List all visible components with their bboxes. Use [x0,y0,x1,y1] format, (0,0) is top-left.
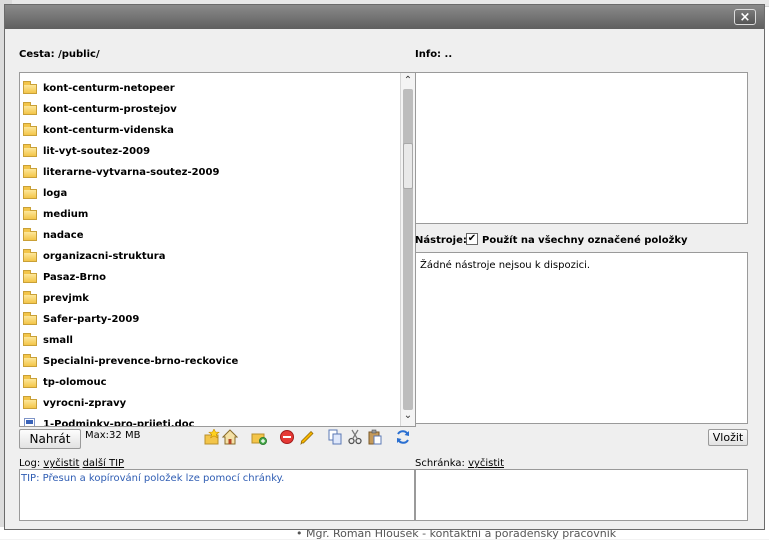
log-panel: TIP: Přesun a kopírování položek lze pom… [19,469,415,521]
folder-item[interactable]: organizacni-struktura [20,246,398,267]
info-panel [415,72,748,224]
tools-label: Nástroje: [415,235,467,246]
folder-item[interactable]: medium [20,204,398,225]
home-icon[interactable] [222,429,238,445]
folder-item[interactable]: prevjmk [20,288,398,309]
apply-all-checkbox[interactable]: ✔ [466,233,478,245]
folder-item[interactable]: kont-centurm-videnska [20,120,398,141]
clipboard-clear-link[interactable]: vyčistit [468,458,504,469]
folder-item[interactable]: literarne-vytvarna-soutez-2009 [20,162,398,183]
folder-item[interactable]: kont-centurm-prostejov [20,99,398,120]
item-name: kont-centurm-netopeer [43,83,175,94]
folder-icon [23,143,37,157]
delete-icon[interactable] [279,429,295,445]
item-name: prevjmk [43,293,89,304]
item-name: organizacni-struktura [43,251,166,262]
log-label: Log: [19,458,41,469]
info-value: .. [444,49,453,60]
item-name: small [43,335,73,346]
folder-item[interactable]: nadace [20,225,398,246]
item-name: 1-Podminky-pro-prijeti.doc [43,419,195,426]
info-label: Info: [415,49,442,60]
rename-pencil-icon[interactable] [299,429,315,445]
path-label: Cesta: [19,49,55,60]
item-name: Specialni-prevence-brno-reckovice [43,356,239,367]
scroll-up-icon[interactable]: ⌃ [402,74,414,88]
paste-icon[interactable] [367,429,383,445]
clipboard-label: Schránka: [415,458,465,469]
refresh-icon[interactable] [395,429,411,445]
folder-icon [23,248,37,262]
apply-all-label: Použít na všechny označené položky [482,235,688,246]
item-name: kont-centurm-videnska [43,125,174,136]
folder-icon [23,353,37,367]
folder-icon [23,122,37,136]
item-name: Pasaz-Brno [43,272,107,283]
folder-item[interactable]: Pasaz-Brno [20,267,398,288]
copy-icon[interactable] [327,429,343,445]
folder-icon [23,290,37,304]
folder-item[interactable]: Specialni-prevence-brno-reckovice [20,351,398,372]
folder-item[interactable]: small [20,330,398,351]
document-icon [24,418,35,426]
item-name: vyrocni-zpravy [43,398,127,409]
folder-icon [23,332,37,346]
folder-icon [23,80,37,94]
folder-icon [23,101,37,115]
clipboard-header: Schránka: vyčistit [415,458,504,469]
log-message: TIP: Přesun a kopírování položek lze pom… [21,473,285,484]
folder-icon [23,311,37,325]
folder-item[interactable]: loga [20,183,398,204]
item-name: tp-olomouc [43,377,107,388]
scroll-down-icon[interactable]: ⌄ [402,409,414,423]
folder-icon [23,185,37,199]
folder-item[interactable]: lit-vyt-soutez-2009 [20,141,398,162]
checkmark-icon: ✔ [467,233,477,244]
folder-icon [23,374,37,388]
folder-icon [23,269,37,283]
folder-icon [23,164,37,178]
cut-icon[interactable] [347,429,363,445]
dialog-titlebar: × [5,5,764,29]
clipboard-panel [415,469,748,521]
folder-icon [23,206,37,220]
file-item[interactable]: 1-Podminky-pro-prijeti.doc [20,414,398,426]
item-name: Safer-party-2009 [43,314,140,325]
item-name: kont-centurm-prostejov [43,104,177,115]
add-folder-icon[interactable] [251,429,267,445]
folder-icon [23,227,37,241]
log-clear-link[interactable]: vyčistit [43,458,79,469]
folder-icon [23,395,37,409]
folder-item[interactable]: vyrocni-zpravy [20,393,398,414]
scroll-thumb[interactable] [403,143,413,189]
folder-item[interactable]: Safer-party-2009 [20,309,398,330]
upload-button[interactable]: Nahrát [19,429,81,449]
folder-item[interactable]: kont-centurm-netopeer [20,78,398,99]
close-button[interactable]: × [734,9,756,25]
folder-item[interactable]: tp-olomouc [20,372,398,393]
item-name: medium [43,209,89,220]
info-display: Info: .. [415,49,452,60]
scroll-track[interactable] [403,89,413,410]
tools-empty-text: Žádné nástroje nejsou k dispozici. [420,260,591,271]
item-name: lit-vyt-soutez-2009 [43,146,151,157]
item-name: nadace [43,230,84,241]
log-header: Log: vyčistit další TIP [19,458,124,469]
file-list-scrollbar[interactable]: ⌃ ⌄ [400,73,415,426]
max-size-text: Max:32 MB [85,430,141,441]
item-name: literarne-vytvarna-soutez-2009 [43,167,220,178]
next-tip-link[interactable]: další TIP [83,458,125,469]
file-list: 1-Podminky-pro-prijeti.doc vyrocni-zpravy… [20,73,415,426]
path-display: Cesta: /public/ [19,49,100,60]
item-name: loga [43,188,68,199]
new-folder-star-icon[interactable] [204,429,220,445]
insert-button[interactable]: Vložit [708,429,748,446]
tools-panel: Žádné nástroje nejsou k dispozici. [415,252,748,424]
path-value: /public/ [58,49,100,60]
file-manager-dialog: × Cesta: /public/ Info: .. 1-Podminky-pr… [4,4,765,530]
